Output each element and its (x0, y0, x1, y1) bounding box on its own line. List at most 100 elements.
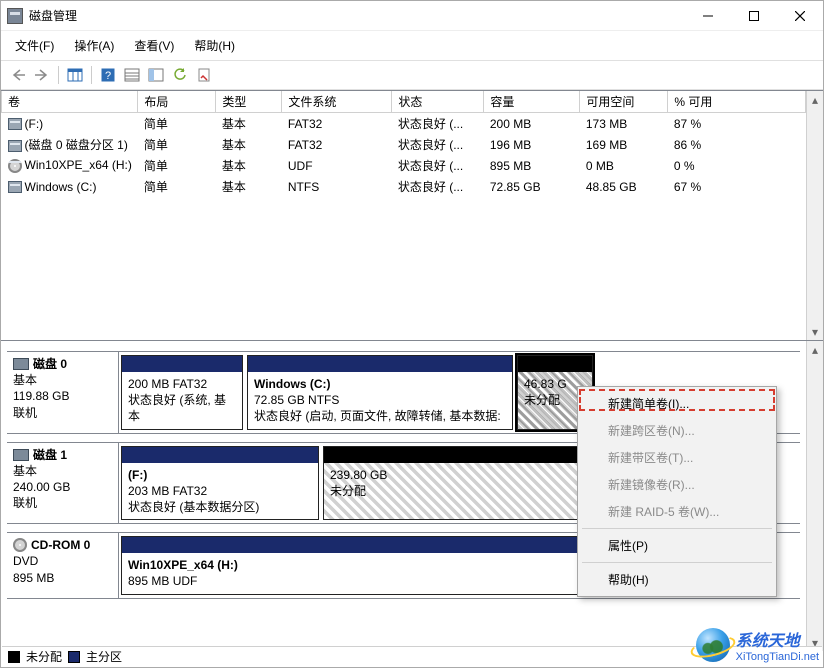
table-header-row: 卷 布局 类型 文件系统 状态 容量 可用空间 % 可用 (2, 91, 806, 113)
volume-filesystem: FAT32 (282, 134, 392, 155)
toolbar-separator (58, 66, 59, 84)
partition-title: Win10XPE_x64 (H:) (128, 557, 576, 573)
col-type[interactable]: 类型 (216, 91, 282, 113)
legend-primary-label: 主分区 (86, 648, 122, 665)
volume-status: 状态良好 (... (392, 134, 484, 155)
properties-button[interactable] (193, 64, 215, 86)
volume-free: 0 MB (580, 155, 668, 176)
col-status[interactable]: 状态 (392, 91, 484, 113)
col-volume[interactable]: 卷 (2, 91, 138, 113)
partition[interactable]: Windows (C:)72.85 GB NTFS状态良好 (启动, 页面文件,… (247, 355, 513, 430)
volume-pctfree: 0 % (668, 155, 806, 176)
volume-name: (F:) (25, 117, 44, 131)
menu-file[interactable]: 文件(F) (11, 35, 58, 56)
diskmap-scrollbar[interactable]: ▴ ▾ (806, 341, 823, 651)
volume-filesystem: UDF (282, 155, 392, 176)
graphical-view-button[interactable] (145, 64, 167, 86)
ctx-help[interactable]: 帮助(H) (580, 566, 774, 593)
details-pane-button[interactable] (121, 64, 143, 86)
disk-kind: 基本 (13, 463, 112, 479)
partition-line2: 203 MB FAT32 (128, 483, 312, 499)
globe-icon (696, 628, 730, 662)
disc-icon (13, 538, 27, 552)
partition-unallocated[interactable]: 239.80 GB未分配 (323, 446, 585, 521)
menu-action[interactable]: 操作(A) (70, 35, 118, 56)
volume-layout: 简单 (138, 113, 216, 135)
volume-name: Windows (C:) (25, 180, 97, 194)
volume-name: (磁盘 0 磁盘分区 1) (25, 138, 128, 152)
partition-stripe (324, 447, 584, 463)
volume-capacity: 200 MB (484, 113, 580, 135)
view-columns-button[interactable] (64, 64, 86, 86)
menu-view[interactable]: 查看(V) (130, 35, 178, 56)
scroll-up-icon[interactable]: ▴ (807, 341, 823, 358)
partition-line3: 状态良好 (基本数据分区) (128, 499, 312, 515)
volume-capacity: 895 MB (484, 155, 580, 176)
legend-unallocated-label: 未分配 (26, 648, 62, 665)
partition-line2: 200 MB FAT32 (128, 376, 236, 392)
col-capacity[interactable]: 容量 (484, 91, 580, 113)
legend-swatch-unallocated (8, 651, 20, 663)
volume-type: 基本 (216, 155, 282, 176)
disk-kind: 基本 (13, 372, 112, 388)
volume-capacity: 196 MB (484, 134, 580, 155)
volume-free: 48.85 GB (580, 176, 668, 197)
volume-icon (8, 181, 22, 193)
menu-help[interactable]: 帮助(H) (190, 35, 239, 56)
volume-status: 状态良好 (... (392, 113, 484, 135)
watermark: 系统天地 XiTongTianDi.net (696, 627, 819, 663)
disk-size: 240.00 GB (13, 479, 112, 495)
col-filesystem[interactable]: 文件系统 (282, 91, 392, 113)
partition-stripe (518, 356, 592, 372)
volume-filesystem: FAT32 (282, 113, 392, 135)
volume-pctfree: 86 % (668, 134, 806, 155)
volume-icon (8, 140, 22, 152)
context-menu: 新建简单卷(I)... 新建跨区卷(N)... 新建带区卷(T)... 新建镜像… (577, 386, 777, 597)
volume-name: Win10XPE_x64 (H:) (25, 158, 132, 172)
ctx-properties[interactable]: 属性(P) (580, 532, 774, 559)
table-row[interactable]: Windows (C:)简单基本NTFS状态良好 (...72.85 GB48.… (2, 176, 806, 197)
disk-info: 磁盘 0基本119.88 GB联机 (7, 352, 119, 433)
maximize-button[interactable] (731, 1, 777, 31)
partition[interactable]: Win10XPE_x64 (H:)895 MB UDF (121, 536, 583, 594)
volume-status: 状态良好 (... (392, 176, 484, 197)
table-row[interactable]: Win10XPE_x64 (H:)简单基本UDF状态良好 (...895 MB0… (2, 155, 806, 176)
volume-layout: 简单 (138, 134, 216, 155)
help-button[interactable]: ? (97, 64, 119, 86)
close-button[interactable] (777, 1, 823, 31)
partition-stripe (248, 356, 512, 372)
scroll-up-icon[interactable]: ▴ (807, 91, 823, 108)
disk-state: 联机 (13, 495, 112, 511)
col-layout[interactable]: 布局 (138, 91, 216, 113)
volume-free: 173 MB (580, 113, 668, 135)
volume-layout: 简单 (138, 155, 216, 176)
disk-name: 磁盘 1 (33, 447, 67, 463)
col-free[interactable]: 可用空间 (580, 91, 668, 113)
minimize-button[interactable] (685, 1, 731, 31)
table-row[interactable]: (F:)简单基本FAT32状态良好 (...200 MB173 MB87 % (2, 113, 806, 135)
scroll-down-icon[interactable]: ▾ (807, 323, 823, 340)
table-row[interactable]: (磁盘 0 磁盘分区 1)简单基本FAT32状态良好 (...196 MB169… (2, 134, 806, 155)
legend-swatch-primary (68, 651, 80, 663)
nav-back-button[interactable] (7, 64, 29, 86)
ctx-new-simple-volume[interactable]: 新建简单卷(I)... (580, 390, 774, 417)
partition-stripe (122, 447, 318, 463)
volume-type: 基本 (216, 113, 282, 135)
volume-icon (8, 118, 22, 130)
app-icon (7, 8, 23, 24)
volume-layout: 简单 (138, 176, 216, 197)
col-pctfree[interactable]: % 可用 (668, 91, 806, 113)
toolbar-separator (91, 66, 92, 84)
volume-free: 169 MB (580, 134, 668, 155)
disk-name: 磁盘 0 (33, 356, 67, 372)
partition[interactable]: (F:)203 MB FAT32状态良好 (基本数据分区) (121, 446, 319, 521)
partition[interactable]: 200 MB FAT32状态良好 (系统, 基本 (121, 355, 243, 430)
disk-info: CD-ROM 0DVD895 MB (7, 533, 119, 597)
disk-info: 磁盘 1基本240.00 GB联机 (7, 443, 119, 524)
ctx-new-raid5-volume: 新建 RAID-5 卷(W)... (580, 498, 774, 525)
list-scrollbar[interactable]: ▴ ▾ (806, 91, 823, 340)
ctx-new-striped-volume: 新建带区卷(T)... (580, 444, 774, 471)
refresh-button[interactable] (169, 64, 191, 86)
volume-list-pane: 卷 布局 类型 文件系统 状态 容量 可用空间 % 可用 (F:)简单基本FAT… (1, 90, 823, 340)
nav-forward-button[interactable] (31, 64, 53, 86)
